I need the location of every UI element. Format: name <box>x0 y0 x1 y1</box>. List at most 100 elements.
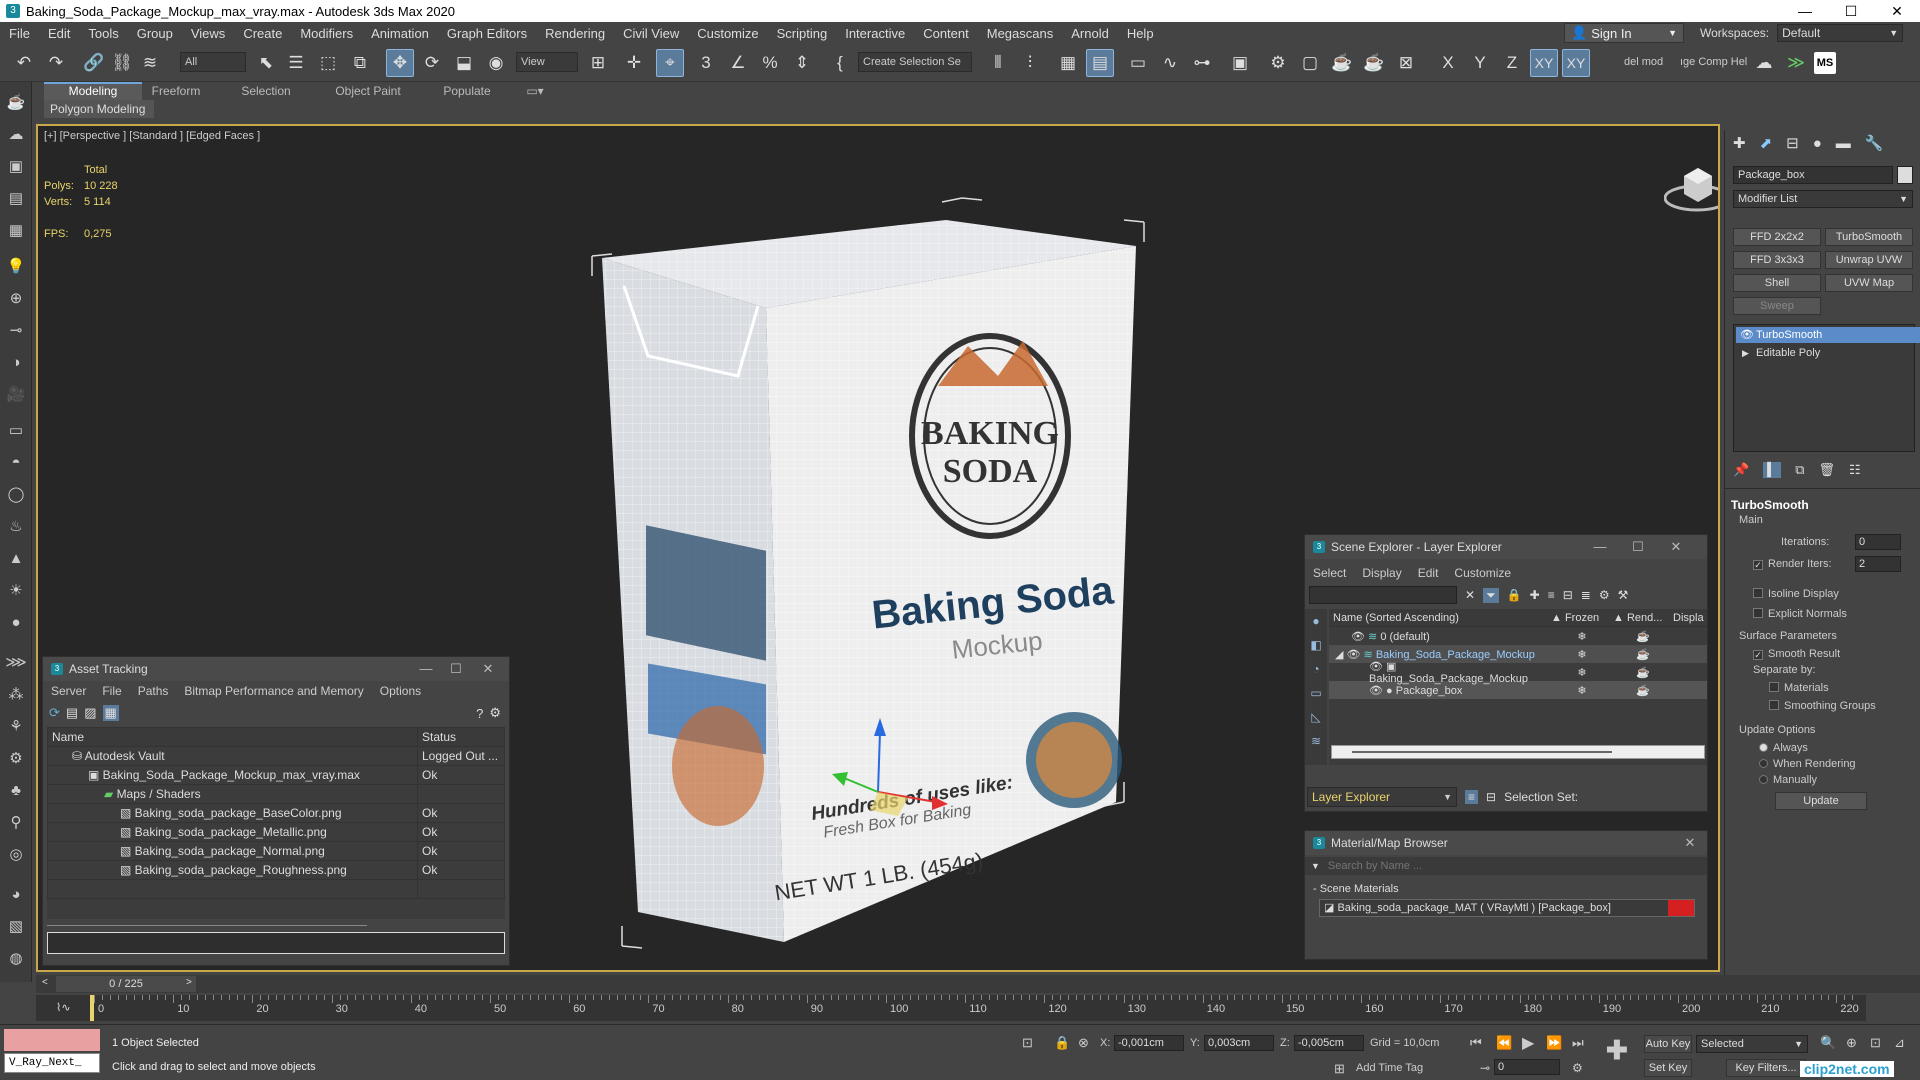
axis-xy-cycle-button[interactable]: XY <box>1562 49 1590 77</box>
absolute-mode-icon[interactable]: ⊗ <box>1078 1035 1089 1051</box>
rendered-frame-icon[interactable]: ▢ <box>1296 49 1324 77</box>
menu-edit[interactable]: Edit <box>1410 566 1447 580</box>
stack-item-editable-poly[interactable]: ▶ Editable Poly <box>1736 345 1920 361</box>
display-tab-icon[interactable]: ▬ <box>1836 135 1851 152</box>
display-lights-icon[interactable]: ◔ <box>1305 657 1327 681</box>
align-icon[interactable]: ⫶ <box>1016 49 1044 77</box>
current-frame-field[interactable]: 0 <box>1494 1059 1560 1075</box>
menu-animation[interactable]: Animation <box>362 26 438 41</box>
menu-create[interactable]: Create <box>234 26 291 41</box>
menu-paths[interactable]: Paths <box>130 684 177 698</box>
snaps-toggle-icon[interactable]: 3 <box>692 49 720 77</box>
eye-icon[interactable]: 👁 <box>1369 685 1386 697</box>
move-icon[interactable]: ✥ <box>386 49 414 77</box>
table-row[interactable]: ▧ Baking_soda_package_Normal.png Ok <box>47 841 505 861</box>
time-config-icon[interactable]: ⚙ <box>1572 1061 1583 1075</box>
render-setup-icon[interactable]: ⚙ <box>1264 49 1292 77</box>
isoline-display-checkbox[interactable]: Isoline Display <box>1753 588 1839 600</box>
minimize-button[interactable]: — <box>1585 535 1615 559</box>
plant-icon[interactable]: ♣ <box>4 778 28 802</box>
plane-icon[interactable]: ▭ <box>4 418 28 442</box>
display-spacewarps-icon[interactable]: ≋ <box>1305 729 1327 753</box>
refresh-icon[interactable]: ⟳ <box>49 705 60 721</box>
physics-icon[interactable]: ⚘ <box>4 714 28 738</box>
maxscript-listener-top[interactable] <box>4 1029 100 1051</box>
uvw-map-button[interactable]: UVW Map <box>1825 274 1913 292</box>
light-bulb-icon[interactable]: 💡 <box>4 254 28 278</box>
percent-snap-icon[interactable]: % <box>756 49 784 77</box>
scene-search-input[interactable] <box>1309 586 1457 604</box>
remove-modifier-icon[interactable]: 🗑 <box>1818 462 1835 478</box>
set-key-big-icon[interactable]: ✚ <box>1606 1035 1628 1066</box>
menu-bitmap-performance[interactable]: Bitmap Performance and Memory <box>176 684 371 698</box>
update-button[interactable]: Update <box>1775 792 1867 810</box>
stack-item-turbosmooth[interactable]: 👁 TurboSmooth <box>1736 327 1920 343</box>
menu-customize[interactable]: Customize <box>1446 566 1519 580</box>
key-mode-dropdown[interactable]: Selected ▼ <box>1696 1035 1808 1053</box>
column-display[interactable]: Displa <box>1673 612 1704 624</box>
asset-tracking-titlebar[interactable]: 3 Asset Tracking — ☐ ✕ <box>43 657 509 681</box>
when-rendering-radio[interactable]: When Rendering <box>1759 758 1856 770</box>
lock-icon[interactable]: 🔒 <box>1507 588 1522 602</box>
minimize-button[interactable]: — <box>1782 0 1828 22</box>
menu-content[interactable]: Content <box>914 26 978 41</box>
filter-icon[interactable]: ⏷ <box>1483 587 1499 603</box>
make-unique-icon[interactable]: ⧉ <box>1795 462 1804 478</box>
menu-modifiers[interactable]: Modifiers <box>291 26 362 41</box>
material-search-input[interactable] <box>1327 860 1707 872</box>
explorer-type-dropdown[interactable]: Layer Explorer ▼ <box>1307 787 1457 807</box>
scene-materials-group[interactable]: - Scene Materials <box>1305 875 1707 895</box>
sweep-button[interactable]: Sweep <box>1733 297 1821 315</box>
eye-icon[interactable]: 👁 <box>1369 661 1386 673</box>
link-icon[interactable]: 🔗 <box>80 49 108 77</box>
edit-named-selection-icon[interactable]: { <box>826 49 854 77</box>
material-editor-icon[interactable]: ▣ <box>1226 49 1254 77</box>
menu-customize[interactable]: Customize <box>688 26 767 41</box>
rollout-turbosmooth[interactable]: TurboSmooth <box>1731 498 1809 512</box>
grid-icon[interactable]: ▦ <box>4 218 28 242</box>
menu-edit[interactable]: Edit <box>39 26 79 41</box>
settings-icon[interactable]: ⚒ <box>1618 588 1629 602</box>
texture-icon[interactable]: ▧ <box>4 914 28 938</box>
tab-populate[interactable]: Populate <box>432 82 502 100</box>
stack-icon[interactable]: ≣ <box>1581 588 1591 602</box>
zoom-all-icon[interactable]: ⊕ <box>1846 1035 1857 1051</box>
bind-spacewarp-icon[interactable]: ≋ <box>136 49 164 77</box>
menu-interactive[interactable]: Interactive <box>836 26 914 41</box>
list-item[interactable]: 👁 ▣ Baking_Soda_Package_Mockup ❄ ☕ <box>1329 661 1707 685</box>
menu-help[interactable]: Help <box>1118 26 1163 41</box>
render-iters-checkbox[interactable]: ✓ Render Iters: <box>1753 558 1832 570</box>
eye-icon[interactable]: 👁 <box>1351 631 1368 643</box>
window-crossing-icon[interactable]: ⧉ <box>346 49 374 77</box>
thumbnail-icon[interactable]: ▨ <box>84 705 96 721</box>
tab-modeling[interactable]: Modeling <box>44 82 142 100</box>
turbosmooth-button[interactable]: TurboSmooth <box>1825 228 1913 246</box>
manually-radio[interactable]: Manually <box>1759 774 1817 786</box>
display-geometry-icon[interactable]: ◧ <box>1305 633 1327 657</box>
spinner-snap-icon[interactable]: ⇕ <box>788 49 816 77</box>
snowflake-icon[interactable]: ❄ <box>1551 666 1613 679</box>
column-name[interactable]: Name <box>47 727 418 747</box>
teapot-icon[interactable]: ☕ <box>1613 648 1673 661</box>
cloud-create-icon[interactable]: ☁ <box>4 122 28 146</box>
teapot-icon[interactable]: ☕ <box>1613 684 1673 697</box>
named-selection-sets-dropdown[interactable]: Create Selection Se <box>858 52 972 72</box>
highlight-icon[interactable]: ⚙ <box>1599 588 1610 602</box>
display-objects-icon[interactable]: ● <box>1305 609 1327 633</box>
ribbon-polygon-modeling[interactable]: Polygon Modeling <box>44 100 154 118</box>
menu-options[interactable]: Options <box>372 684 429 698</box>
x-coordinate-field[interactable]: -0,001cm <box>1114 1035 1184 1051</box>
select-by-name-icon[interactable]: ☰ <box>282 49 310 77</box>
minimize-button[interactable]: — <box>411 657 441 681</box>
render-production-icon[interactable]: ☕ <box>1328 49 1356 77</box>
menu-file[interactable]: File <box>0 26 39 41</box>
particle-icon[interactable]: ⁂ <box>4 682 28 706</box>
display-cameras-icon[interactable]: ▭ <box>1305 681 1327 705</box>
axis-xy-button[interactable]: XY <box>1530 49 1558 77</box>
explicit-normals-checkbox[interactable]: Explicit Normals <box>1753 608 1847 620</box>
table-row[interactable]: ⛁ Autodesk Vault Logged Out ... <box>47 746 505 766</box>
sphere-icon[interactable]: ◯ <box>4 482 28 506</box>
track-bar[interactable]: ⌇∿ 0 10 20 30 40 50 60 70 80 90 100 110 120 130 140 150… <box>36 995 1866 1021</box>
horizontal-scrollbar[interactable] <box>47 925 367 926</box>
auto-key-button[interactable]: Auto Key <box>1644 1035 1692 1053</box>
